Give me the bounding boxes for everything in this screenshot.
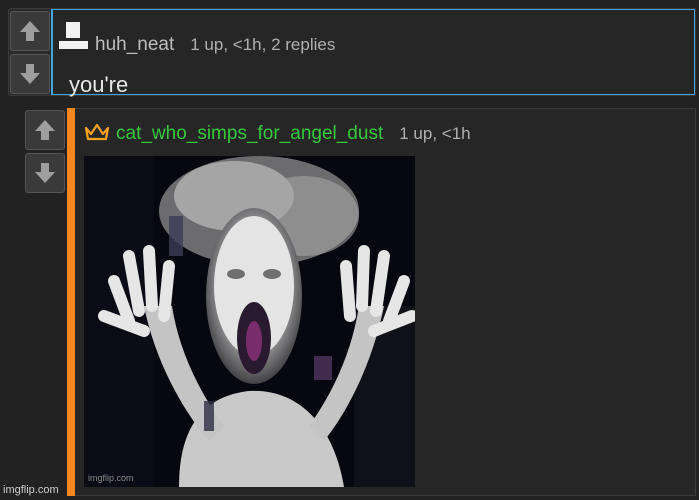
upvote-button[interactable] [25, 110, 65, 150]
screaming-figure-illustration [84, 156, 415, 487]
downvote-button[interactable] [10, 54, 50, 94]
comment-header: huh_neat 1 up, <1h, 2 replies [57, 22, 335, 56]
default-avatar-icon[interactable] [57, 22, 91, 50]
comment-header: cat_who_simps_for_angel_dust 1 up, <1h [84, 119, 471, 145]
arrow-down-icon [20, 64, 40, 84]
username-link[interactable]: huh_neat [95, 34, 174, 56]
image-watermark: imgflip.com [88, 473, 134, 483]
comment: huh_neat 1 up, <1h, 2 replies you're [8, 8, 696, 97]
site-watermark: imgflip.com [3, 484, 59, 496]
reply-accent-bar [67, 108, 75, 496]
crown-icon [84, 122, 110, 142]
comment-meta: 1 up, <1h, 2 replies [190, 35, 336, 54]
arrow-up-icon [35, 120, 55, 140]
reply-comment: cat_who_simps_for_angel_dust 1 up, <1h i… [24, 108, 696, 496]
username-link[interactable]: cat_who_simps_for_angel_dust [116, 123, 383, 145]
comment-text: you're [69, 72, 129, 97]
upvote-button[interactable] [10, 11, 50, 51]
comment-meta: 1 up, <1h [399, 124, 471, 143]
arrow-up-icon [20, 21, 40, 41]
meme-image[interactable]: imgflip.com [84, 156, 415, 487]
downvote-button[interactable] [25, 153, 65, 193]
arrow-down-icon [35, 163, 55, 183]
